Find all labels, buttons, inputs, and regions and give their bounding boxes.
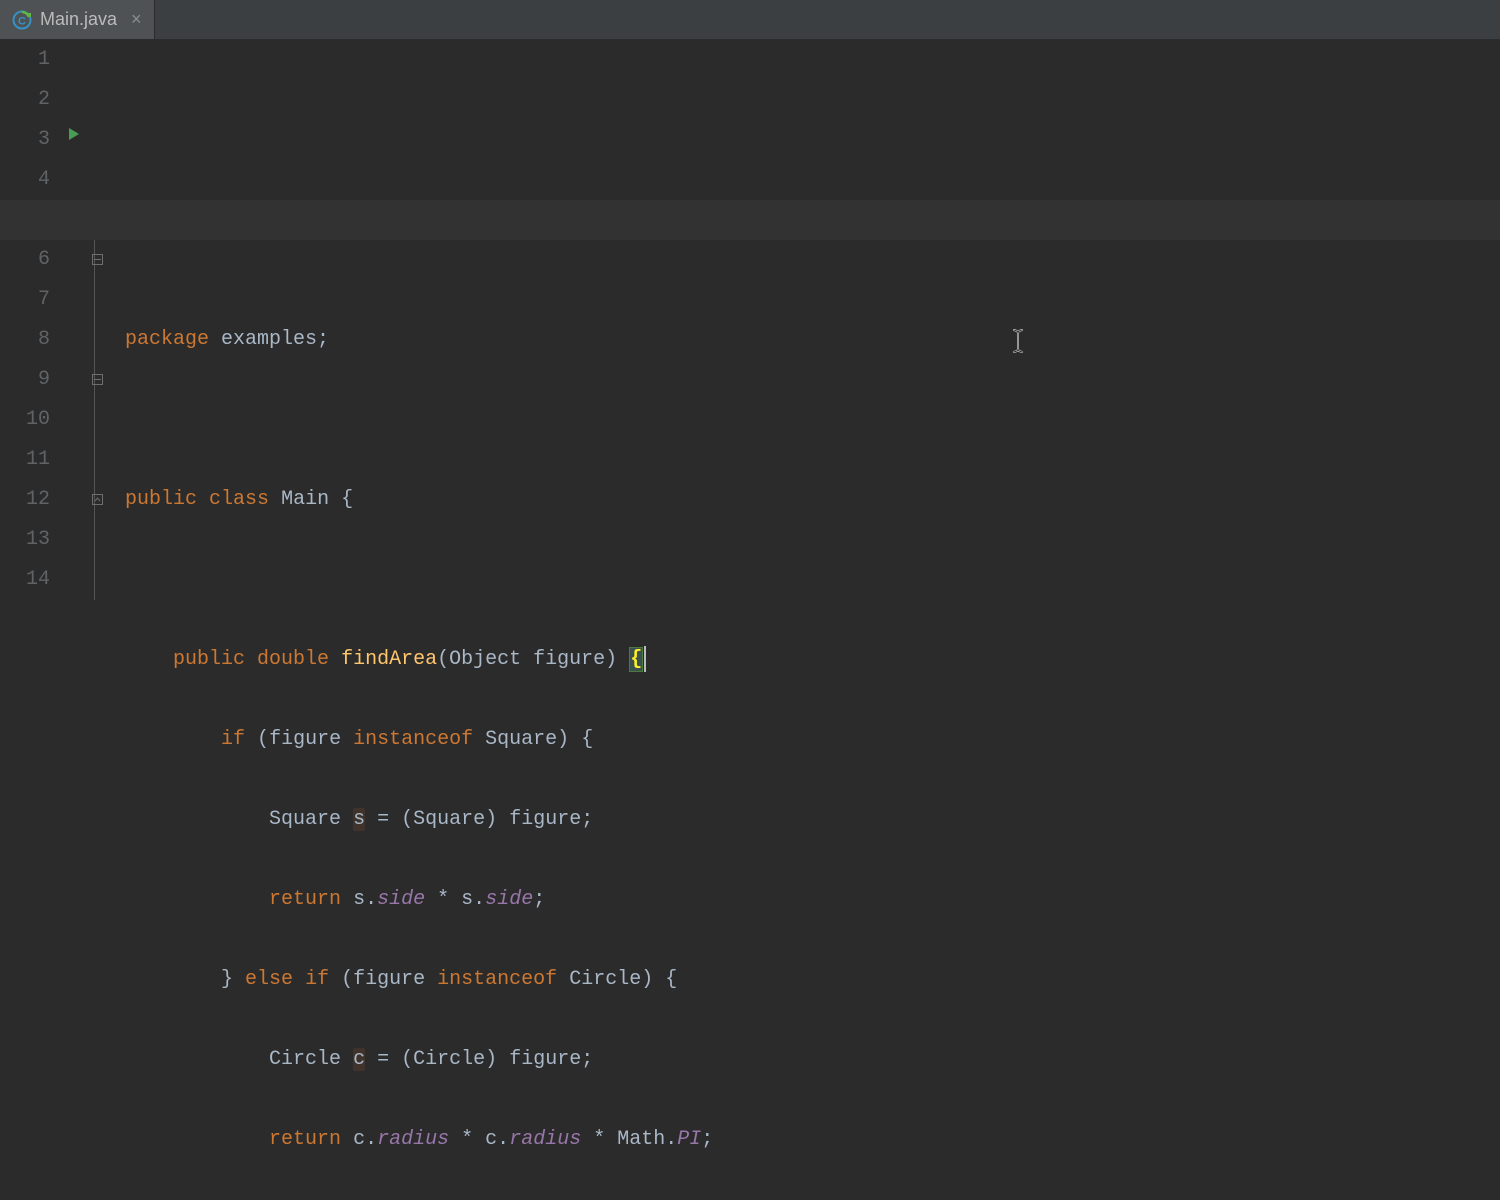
line-number: 11: [0, 440, 50, 480]
fold-up-icon[interactable]: [92, 492, 103, 510]
line-number: 2: [0, 80, 50, 120]
tab-bar: C Main.java ×: [0, 0, 1500, 40]
code-editor[interactable]: package examples; public class Main { pu…: [115, 40, 1500, 600]
code-line[interactable]: if (figure instanceof Square) {: [125, 720, 1500, 760]
code-line[interactable]: [125, 560, 1500, 600]
line-number: 7: [0, 280, 50, 320]
fold-line: [94, 220, 95, 600]
code-line[interactable]: return s.side * s.side;: [125, 880, 1500, 920]
line-number-gutter: 1 2 3 4 5 6 7 8 9 10 11 12 13 14: [0, 40, 60, 600]
file-tab[interactable]: C Main.java ×: [0, 0, 155, 39]
line-number: 12: [0, 480, 50, 520]
code-line[interactable]: package examples;: [125, 320, 1500, 360]
caret: [644, 646, 646, 672]
code-line[interactable]: [125, 400, 1500, 440]
code-line[interactable]: } else if (figure instanceof Circle) {: [125, 960, 1500, 1000]
tab-filename: Main.java: [40, 9, 117, 30]
line-number: 14: [0, 560, 50, 600]
line-number: 3: [0, 120, 50, 160]
line-number: 4: [0, 160, 50, 200]
run-icon[interactable]: [66, 126, 82, 147]
text-cursor-icon: [937, 288, 1027, 410]
code-line[interactable]: public double findArea(Object figure) {: [125, 640, 1500, 680]
svg-text:C: C: [18, 15, 26, 27]
class-icon: C: [12, 10, 32, 30]
line-number: 13: [0, 520, 50, 560]
fold-column: [90, 40, 115, 600]
code-line[interactable]: public class Main {: [125, 480, 1500, 520]
line-number: 1: [0, 40, 50, 80]
close-icon[interactable]: ×: [131, 9, 142, 30]
line-number: 10: [0, 400, 50, 440]
code-line[interactable]: return c.radius * c.radius * Math.PI;: [125, 1120, 1500, 1160]
fold-minus-icon[interactable]: [92, 372, 103, 390]
code-line[interactable]: Square s = (Square) figure;: [125, 800, 1500, 840]
gutter-icon-column: [60, 40, 90, 600]
line-number: 9: [0, 360, 50, 400]
line-number: 6: [0, 240, 50, 280]
current-line-highlight: [0, 200, 1500, 240]
line-number: 8: [0, 320, 50, 360]
fold-minus-icon[interactable]: [92, 252, 103, 270]
code-line[interactable]: Circle c = (Circle) figure;: [125, 1040, 1500, 1080]
